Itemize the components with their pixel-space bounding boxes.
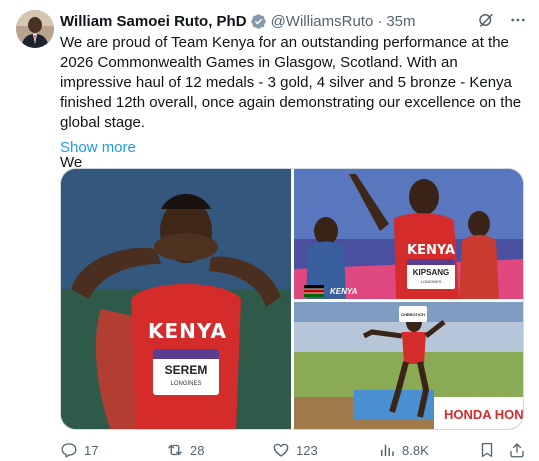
- tweet[interactable]: William Samoei Ruto, PhD @WilliamsRuto ·…: [0, 0, 539, 461]
- bib-name-tr: KIPSANG: [412, 268, 450, 277]
- action-bar: 17 28 123 8.8K: [60, 441, 524, 459]
- banner-text: KENYA: [330, 286, 358, 296]
- share-button[interactable]: [508, 441, 526, 459]
- bookmark-button[interactable]: [478, 441, 496, 459]
- vest-text-tr: KENYA: [407, 243, 456, 258]
- more-icon[interactable]: [509, 11, 527, 29]
- views-count: 8.8K: [402, 442, 429, 458]
- photo-serem[interactable]: KENYA SEREM LONGINES: [61, 169, 291, 429]
- author-handle[interactable]: @WilliamsRuto: [271, 13, 374, 30]
- show-more-link[interactable]: Show more: [60, 139, 136, 156]
- bib-left: SEREM LONGINES: [153, 349, 219, 395]
- repost-count: 28: [190, 442, 205, 458]
- bib-br: CHEBOTICH: [399, 306, 427, 322]
- bib-tr: KIPSANG LONGINES: [407, 259, 455, 289]
- reply-button[interactable]: 17: [60, 441, 98, 459]
- reply-count: 17: [84, 442, 99, 458]
- kenya-flag-icon: [304, 285, 324, 297]
- photo-chebotich[interactable]: CHEBOTICH HONDA HON: [294, 302, 524, 429]
- post-paragraph-1: We are proud of Team Kenya for an outsta…: [60, 34, 522, 131]
- reply-icon: [61, 443, 77, 458]
- author-name[interactable]: William Samoei Ruto, PhD: [60, 13, 247, 30]
- post-time[interactable]: 35m: [386, 13, 415, 30]
- verified-badge-icon: [250, 13, 267, 30]
- separator-dot: ·: [377, 12, 383, 30]
- share-icon: [510, 443, 524, 458]
- photo-kipsang[interactable]: KENYA KIPSANG LONGINES KENYA: [294, 169, 523, 299]
- header-actions: [477, 11, 527, 29]
- bib-name-left: SEREM: [164, 363, 208, 377]
- like-count: 123: [296, 442, 318, 458]
- grok-icon[interactable]: [477, 11, 495, 29]
- bib-name-br: CHEBOTICH: [401, 312, 425, 317]
- ad-board-text: HONDA HON: [444, 407, 524, 422]
- bib-sponsor-left: LONGINES: [170, 381, 202, 387]
- avatar[interactable]: [16, 10, 54, 48]
- bookmark-icon: [481, 442, 493, 458]
- tweet-header: William Samoei Ruto, PhD @WilliamsRuto ·…: [60, 11, 527, 31]
- bib-sponsor-tr: LONGINES: [420, 279, 442, 284]
- kenya-banner: KENYA: [304, 285, 357, 297]
- heart-icon: [273, 443, 289, 457]
- like-button[interactable]: 123: [272, 441, 318, 459]
- views-button[interactable]: 8.8K: [378, 441, 429, 459]
- vest-text-left: KENYA: [148, 319, 227, 343]
- views-icon: [381, 444, 394, 456]
- media-grid: KENYA SEREM LONGINES KENYA KIPSANG LONGI…: [60, 168, 524, 430]
- repost-button[interactable]: 28: [166, 441, 204, 459]
- repost-icon: [168, 444, 182, 456]
